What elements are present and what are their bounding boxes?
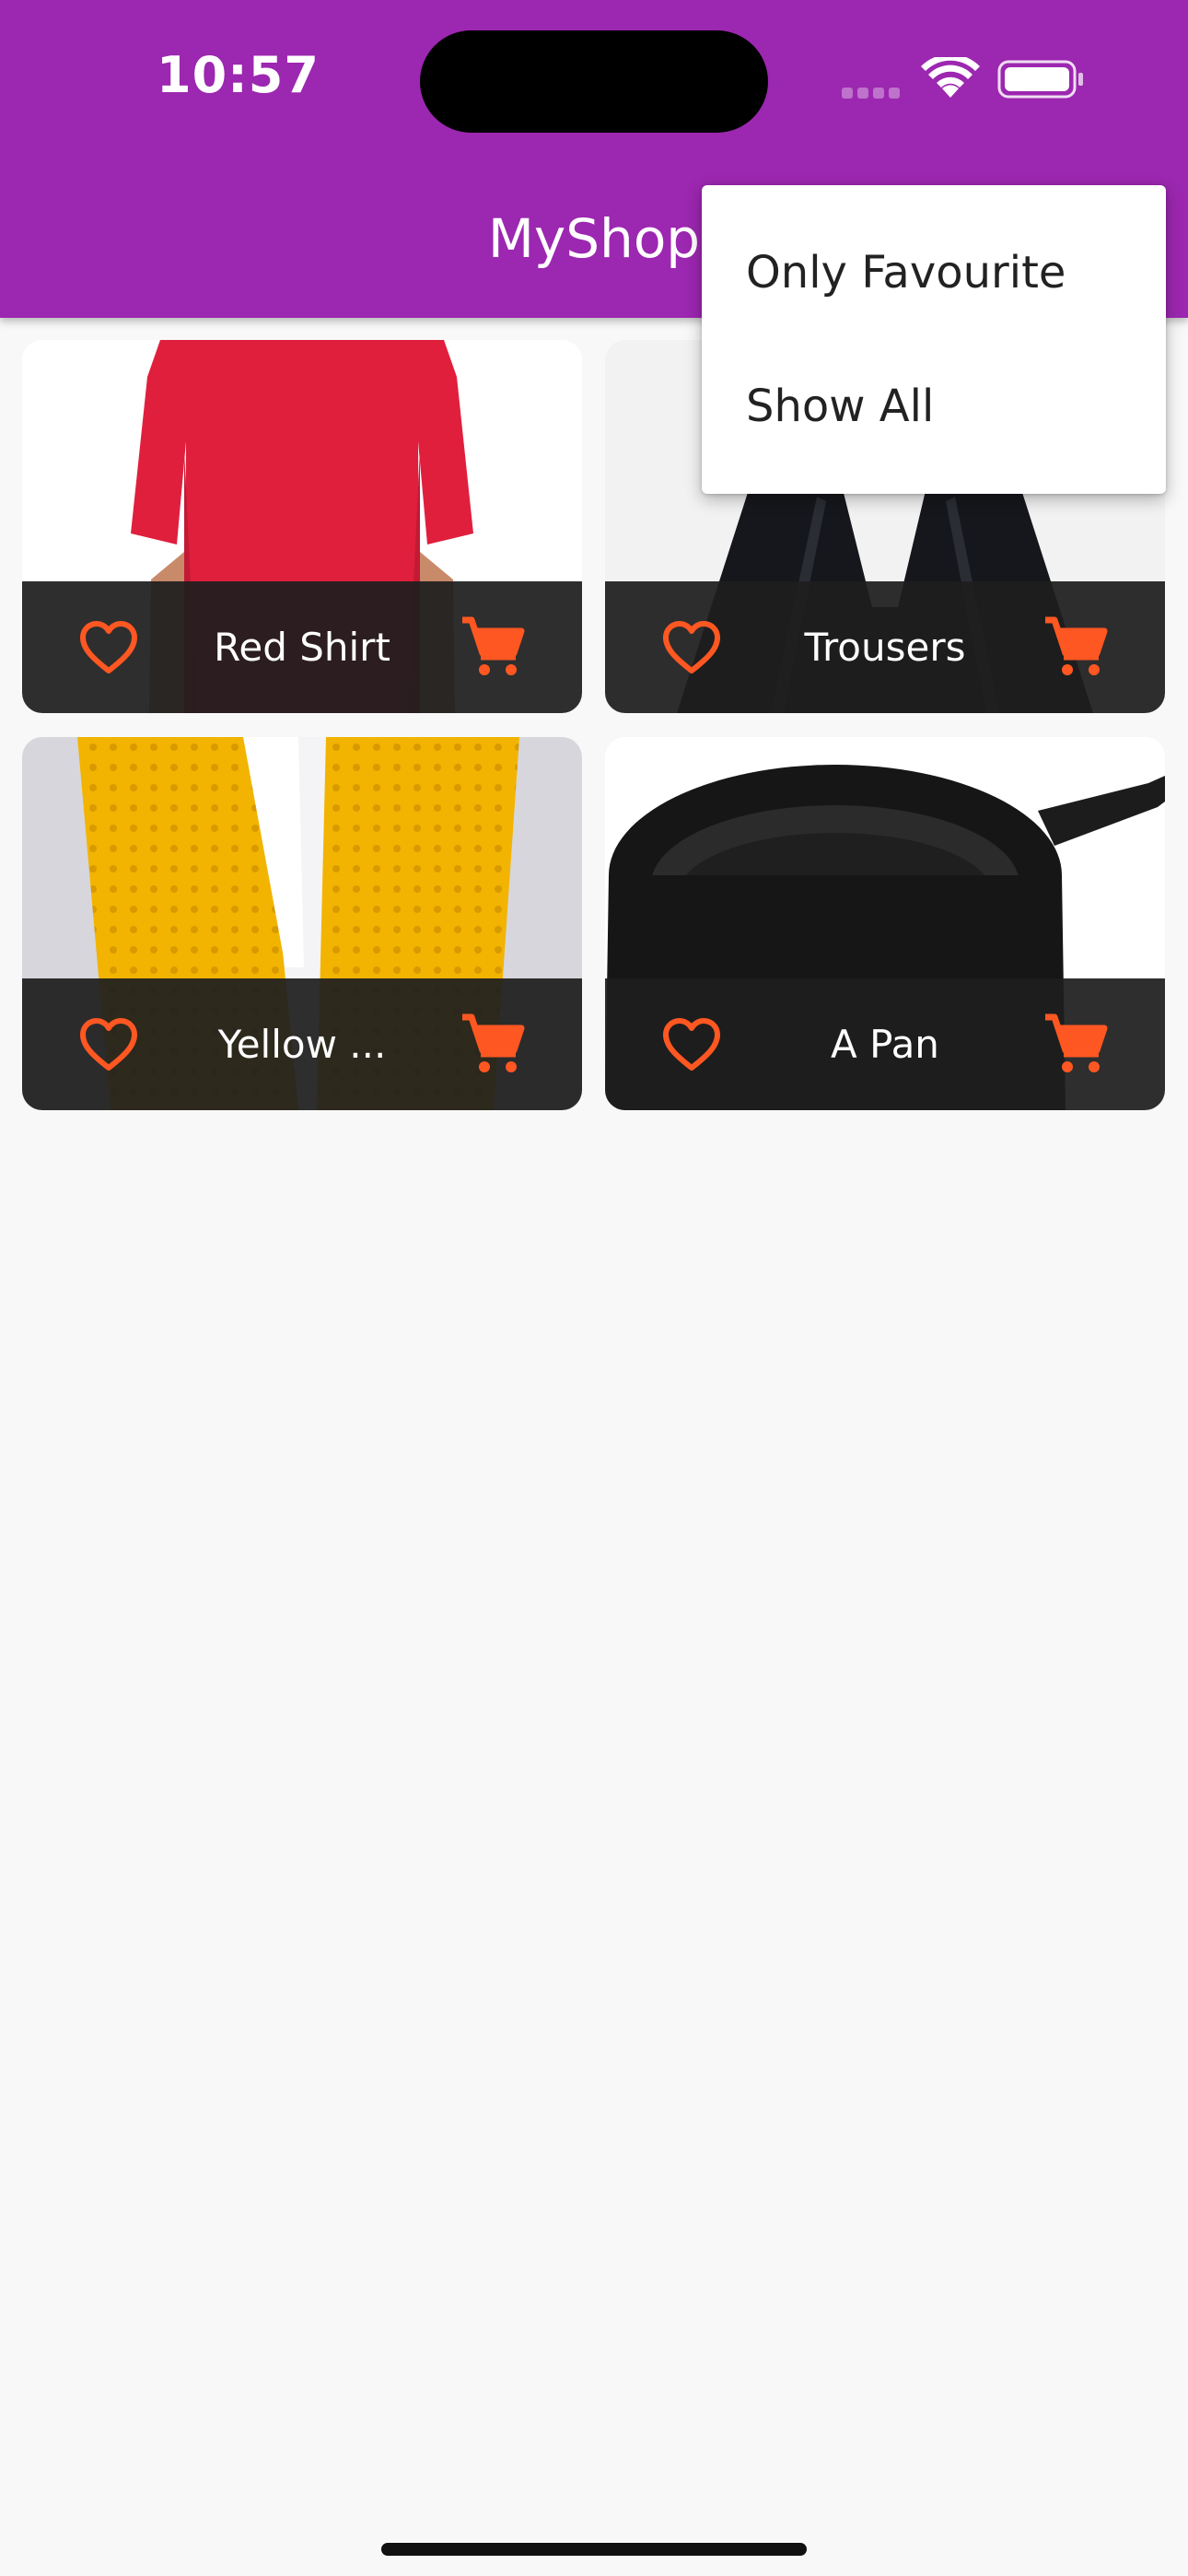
dynamic-island	[420, 30, 768, 133]
product-card-pan[interactable]: A Pan	[605, 737, 1165, 1110]
cart-icon[interactable]	[1043, 616, 1108, 677]
heart-outline-icon[interactable]	[79, 621, 138, 674]
product-card-footer: Red Shirt	[22, 581, 582, 713]
product-title: Trousers	[804, 625, 966, 670]
cart-icon[interactable]	[460, 616, 525, 677]
wifi-icon	[921, 57, 980, 98]
heart-outline-icon[interactable]	[662, 621, 721, 674]
menu-item-only-favourite[interactable]: Only Favourite	[702, 206, 1166, 340]
product-card-red-shirt[interactable]: Red Shirt	[22, 340, 582, 713]
product-card-footer: Trousers	[605, 581, 1165, 713]
product-card-footer: A Pan	[605, 978, 1165, 1110]
menu-item-show-all[interactable]: Show All	[702, 340, 1166, 474]
cart-icon[interactable]	[1043, 1013, 1108, 1074]
filter-popup-menu: Only Favourite Show All	[702, 185, 1166, 494]
product-title: Red Shirt	[214, 625, 390, 670]
heart-outline-icon[interactable]	[662, 1018, 721, 1071]
cart-icon[interactable]	[460, 1013, 525, 1074]
battery-icon	[997, 60, 1083, 99]
home-indicator[interactable]	[381, 2543, 807, 2556]
heart-outline-icon[interactable]	[79, 1018, 138, 1071]
product-card-yellow-scarf[interactable]: Yellow ...	[22, 737, 582, 1110]
product-title: Yellow ...	[217, 1022, 387, 1067]
product-title: A Pan	[831, 1022, 939, 1067]
status-time: 10:57	[157, 46, 320, 104]
product-card-footer: Yellow ...	[22, 978, 582, 1110]
cellular-signal-icon	[842, 87, 904, 100]
